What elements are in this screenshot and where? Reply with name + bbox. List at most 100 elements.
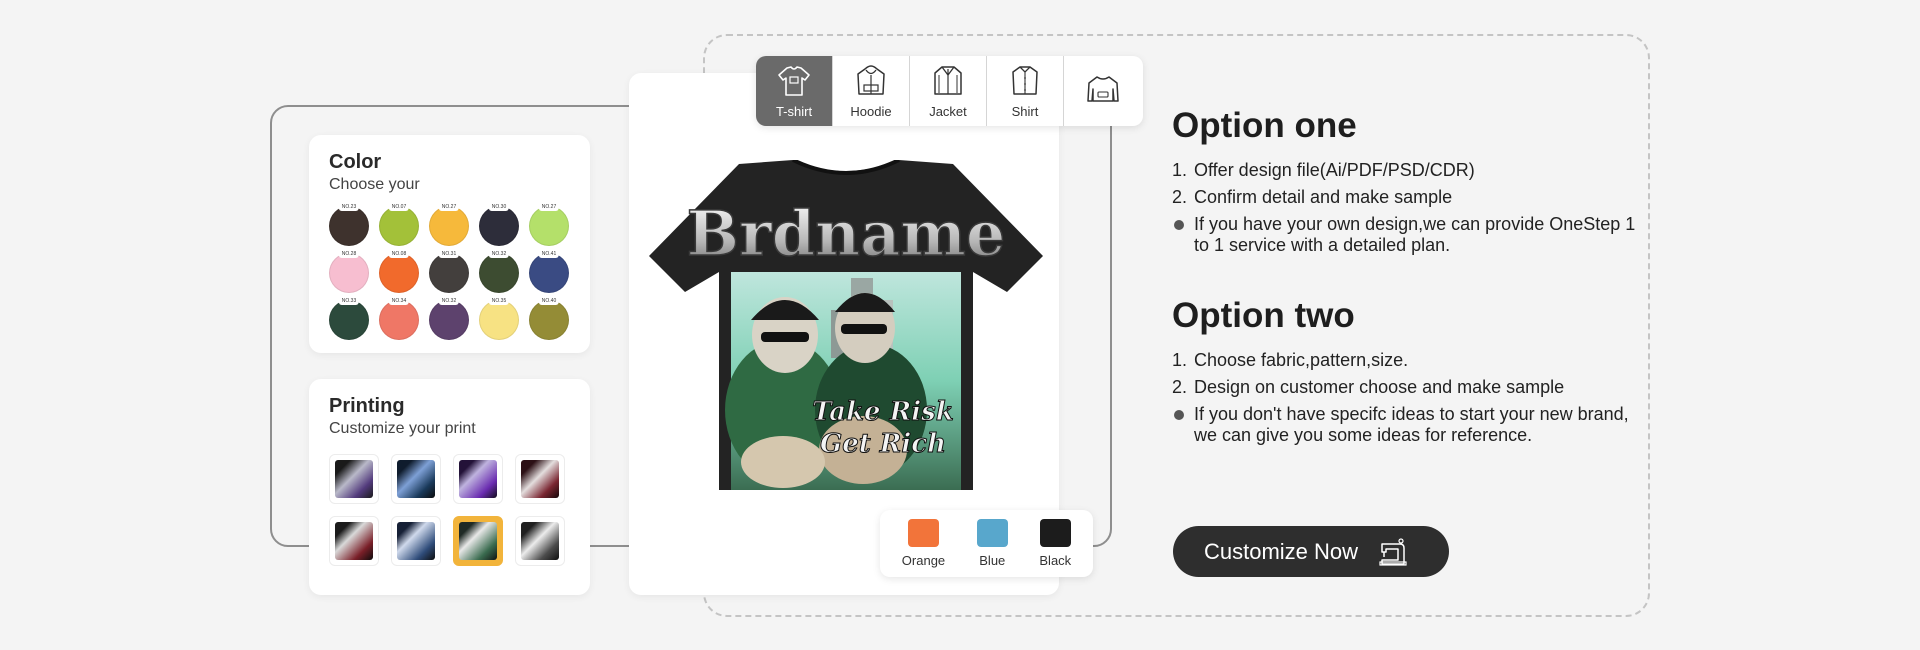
color-swatch-circle	[529, 206, 569, 246]
color-swatch-circle	[429, 206, 469, 246]
print-design-tile[interactable]	[515, 454, 565, 504]
option-one-item: 1. Offer design file(Ai/PDF/PSD/CDR)	[1172, 160, 1642, 181]
shirt-icon	[1012, 66, 1038, 95]
jacket-icon	[934, 66, 962, 95]
color-swatch[interactable]: NO.23	[329, 203, 369, 246]
color-swatch[interactable]: NO.32	[479, 250, 519, 293]
color-swatch-tag: NO.28	[338, 250, 360, 258]
print-design-grid	[329, 454, 570, 566]
color-swatch-circle	[329, 300, 369, 340]
color-swatch-grid: NO.23 NO.07 NO.27 NO.30 NO.27 NO.28 NO.08 NO.31…	[329, 203, 570, 340]
bullet-dot	[1174, 220, 1184, 230]
color-swatch-circle	[329, 206, 369, 246]
color-swatch-circle	[379, 300, 419, 340]
graphic-slogan-line-1: Take Risk	[812, 397, 953, 427]
color-swatch-tag: NO.41	[538, 250, 560, 258]
customize-now-label: Customize Now	[1204, 538, 1359, 564]
shirt-color-blue-label: Blue	[979, 553, 1006, 568]
sweatshirt-icon	[1086, 75, 1119, 102]
option-one-title: Option one	[1172, 106, 1357, 145]
color-swatch[interactable]: NO.27	[529, 203, 569, 246]
color-swatch[interactable]: NO.07	[379, 203, 419, 246]
shirt-color-orange[interactable]: Orange	[902, 519, 945, 568]
print-design-thumbnail	[397, 460, 435, 498]
color-swatch[interactable]: NO.33	[329, 297, 369, 340]
color-panel: Color Choose your NO.23 NO.07 NO.27 NO.30 NO…	[309, 135, 590, 353]
color-swatch-tag: NO.27	[538, 203, 560, 211]
option-two-item: 1. Choose fabric,pattern,size.	[1172, 350, 1642, 371]
shirt-color-black[interactable]: Black	[1039, 519, 1071, 568]
print-design-tile[interactable]	[391, 454, 441, 504]
tab-tshirt[interactable]: T-shirt	[756, 56, 833, 126]
hoodie-icon	[857, 65, 885, 95]
print-design-thumbnail	[459, 522, 497, 560]
print-design-thumbnail	[397, 522, 435, 560]
color-swatch-tag: NO.08	[388, 250, 410, 258]
list-marker: 2.	[1172, 377, 1188, 397]
color-swatch-circle	[479, 253, 519, 293]
shirt-color-black-swatch	[1039, 519, 1071, 547]
print-design-thumbnail	[459, 460, 497, 498]
print-design-tile[interactable]	[515, 516, 565, 566]
color-swatch[interactable]: NO.31	[429, 250, 469, 293]
print-design-tile[interactable]	[329, 516, 379, 566]
color-swatch-tag: NO.33	[338, 297, 360, 305]
color-panel-subtitle: Choose your	[329, 176, 420, 193]
tab-sweatshirt[interactable]	[1064, 56, 1141, 126]
color-swatch[interactable]: NO.35	[479, 297, 519, 340]
color-swatch-circle	[479, 206, 519, 246]
customize-now-button[interactable]: Customize Now	[1173, 526, 1449, 577]
print-design-thumbnail	[521, 460, 559, 498]
print-design-tile[interactable]	[391, 516, 441, 566]
color-swatch-circle	[379, 253, 419, 293]
color-swatch[interactable]: NO.30	[479, 203, 519, 246]
tab-jacket-label: Jacket	[929, 104, 967, 119]
tab-jacket[interactable]: Jacket	[910, 56, 987, 126]
shirt-color-orange-swatch	[907, 519, 939, 547]
color-swatch-tag: NO.32	[438, 297, 460, 305]
color-swatch[interactable]: NO.41	[529, 250, 569, 293]
color-swatch-circle	[429, 300, 469, 340]
option-one-item: 2. Confirm detail and make sample	[1172, 187, 1642, 208]
color-swatch-tag: NO.40	[538, 297, 560, 305]
option-one-item: If you have your own design,we can provi…	[1172, 214, 1642, 256]
printing-panel-subtitle: Customize your print	[329, 420, 476, 437]
color-swatch[interactable]: NO.08	[379, 250, 419, 293]
color-swatch[interactable]: NO.40	[529, 297, 569, 340]
shirt-color-blue[interactable]: Blue	[976, 519, 1008, 568]
tab-hoodie[interactable]: Hoodie	[833, 56, 910, 126]
color-swatch[interactable]: NO.27	[429, 203, 469, 246]
option-two-item: 2. Design on customer choose and make sam…	[1172, 377, 1642, 398]
shirt-color-orange-label: Orange	[901, 553, 946, 568]
color-swatch-circle	[379, 206, 419, 246]
color-swatch-tag: NO.32	[488, 250, 510, 258]
graphic-logo-text: Brdname	[687, 197, 1006, 270]
option-one-item-text: Offer design file(Ai/PDF/PSD/CDR)	[1194, 160, 1475, 180]
option-two-title: Option two	[1172, 296, 1355, 335]
color-swatch-circle	[479, 300, 519, 340]
color-swatch[interactable]: NO.34	[379, 297, 419, 340]
print-design-tile[interactable]	[453, 516, 503, 566]
color-swatch[interactable]: NO.28	[329, 250, 369, 293]
tshirt-preview-image: Brdname Take Risk Get Rich	[649, 160, 1043, 490]
graphic-slogan-line-2: Get Rich	[820, 429, 946, 459]
printing-panel-title: Printing	[329, 395, 405, 417]
tab-hoodie-label: Hoodie	[850, 104, 892, 119]
color-swatch[interactable]: NO.32	[429, 297, 469, 340]
print-design-thumbnail	[521, 522, 559, 560]
shirt-color-selector: Orange Blue Black	[880, 510, 1093, 577]
sewing-machine-icon	[1379, 537, 1407, 566]
print-design-tile[interactable]	[453, 454, 503, 504]
shirt-color-blue-swatch	[976, 519, 1008, 547]
color-swatch-tag: NO.30	[488, 203, 510, 211]
list-marker: 2.	[1172, 187, 1188, 207]
color-swatch-circle	[329, 253, 369, 293]
option-one-item-text: Confirm detail and make sample	[1194, 187, 1453, 207]
print-design-tile[interactable]	[329, 454, 379, 504]
shirt-color-black-label: Black	[1039, 553, 1072, 568]
tab-shirt-label: Shirt	[1011, 104, 1039, 119]
color-swatch-tag: NO.23	[338, 203, 360, 211]
tab-shirt[interactable]: Shirt	[987, 56, 1064, 126]
tshirt-icon	[778, 66, 810, 96]
bullet-dot	[1174, 410, 1184, 420]
